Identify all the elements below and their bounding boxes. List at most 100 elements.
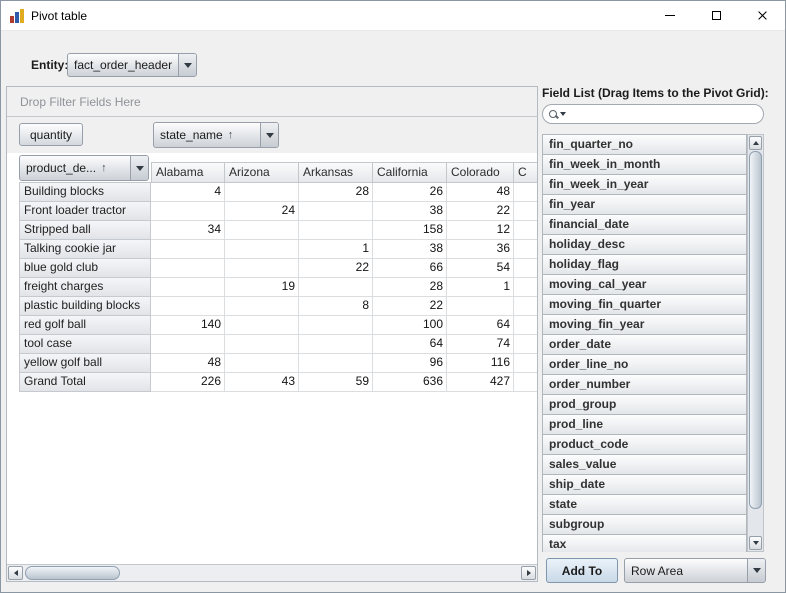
row-header[interactable]: Building blocks (19, 183, 151, 202)
add-to-button[interactable]: Add To (546, 558, 618, 583)
search-options-caret-icon[interactable] (560, 112, 566, 116)
column-header[interactable]: California (373, 162, 447, 182)
column-header[interactable]: C (514, 162, 537, 182)
minimize-button[interactable] (647, 1, 693, 30)
field-list-item[interactable]: fin_week_in_month (542, 154, 747, 175)
pivot-cell: 1 (447, 278, 514, 297)
pivot-row: yellow golf ball4896116 (19, 354, 537, 373)
field-list-item[interactable]: subgroup (542, 514, 747, 535)
row-field-combobox[interactable]: product_de... ↑ (19, 155, 149, 181)
pivot-cell: 8 (299, 297, 373, 316)
row-header[interactable]: freight charges (19, 278, 151, 297)
row-header[interactable]: Stripped ball (19, 221, 151, 240)
column-header[interactable]: Arizona (225, 162, 299, 182)
app-icon (9, 8, 25, 24)
pivot-cell: 427 (447, 373, 514, 392)
pivot-cell (299, 202, 373, 221)
field-list-item[interactable]: tax (542, 534, 747, 552)
pivot-cell (514, 183, 537, 202)
entity-value: fact_order_header (68, 54, 178, 76)
field-list-item[interactable]: holiday_desc (542, 234, 747, 255)
pivot-cell: 158 (373, 221, 447, 240)
target-area-combobox[interactable]: Row Area (624, 558, 766, 583)
triangle-down-icon (266, 133, 274, 138)
field-list-item[interactable]: order_number (542, 374, 747, 395)
field-list: fin_quarter_nofin_week_in_monthfin_week_… (542, 134, 764, 552)
pivot-cell: 140 (151, 316, 225, 335)
chevron-down-icon[interactable] (178, 54, 196, 76)
pivot-cell (225, 221, 299, 240)
row-header[interactable]: Grand Total (19, 373, 151, 392)
pivot-cell (514, 335, 537, 354)
chevron-down-icon[interactable] (747, 559, 765, 582)
column-field-text: state_name (160, 128, 223, 142)
field-list-item[interactable]: state (542, 494, 747, 515)
row-header[interactable]: blue gold club (19, 259, 151, 278)
pivot-cell (514, 278, 537, 297)
field-list-item[interactable]: sales_value (542, 454, 747, 475)
triangle-down-icon (184, 63, 192, 68)
sort-ascending-icon: ↑ (101, 162, 107, 174)
field-list-item[interactable]: fin_quarter_no (542, 134, 747, 155)
pivot-rows: Building blocks4282648Front loader tract… (19, 183, 537, 392)
column-header[interactable]: Arkansas (299, 162, 373, 182)
field-list-item[interactable]: holiday_flag (542, 254, 747, 275)
row-header[interactable]: plastic building blocks (19, 297, 151, 316)
pivot-cell (514, 221, 537, 240)
field-list-scrollbar-thumb[interactable] (749, 151, 762, 509)
pivot-cell (514, 202, 537, 221)
filter-drop-zone[interactable]: Drop Filter Fields Here (7, 87, 537, 117)
column-field-dropdown[interactable] (260, 123, 278, 147)
row-field-dropdown[interactable] (130, 156, 148, 180)
field-list-item[interactable]: fin_year (542, 194, 747, 215)
row-header[interactable]: tool case (19, 335, 151, 354)
row-header[interactable]: Talking cookie jar (19, 240, 151, 259)
entity-combobox[interactable]: fact_order_header (67, 53, 197, 77)
close-icon (757, 10, 768, 21)
pivot-cell (225, 240, 299, 259)
pivot-cell: 59 (299, 373, 373, 392)
field-list-item[interactable]: product_code (542, 434, 747, 455)
field-list-item[interactable]: moving_fin_year (542, 314, 747, 335)
field-list-item[interactable]: order_line_no (542, 354, 747, 375)
column-header[interactable]: Alabama (151, 162, 225, 182)
pivot-cell (225, 354, 299, 373)
field-list-scrollbar[interactable] (747, 134, 764, 552)
row-field-text: product_de... (26, 161, 96, 175)
field-list-item[interactable]: prod_line (542, 414, 747, 435)
row-header[interactable]: yellow golf ball (19, 354, 151, 373)
column-header[interactable]: Colorado (447, 162, 514, 182)
scroll-right-button[interactable] (521, 566, 536, 580)
field-list-item[interactable]: ship_date (542, 474, 747, 495)
field-search-input[interactable] (570, 106, 757, 122)
horizontal-scrollbar-thumb[interactable] (25, 566, 120, 580)
row-header[interactable]: red golf ball (19, 316, 151, 335)
data-field-button[interactable]: quantity (19, 123, 83, 146)
scroll-left-button[interactable] (8, 566, 23, 580)
pivot-cell (514, 240, 537, 259)
pivot-cell (151, 202, 225, 221)
pivot-cell (151, 240, 225, 259)
close-button[interactable] (739, 1, 785, 30)
field-list-item[interactable]: order_date (542, 334, 747, 355)
field-list-item[interactable]: fin_week_in_year (542, 174, 747, 195)
scroll-down-button[interactable] (749, 536, 762, 550)
pivot-cell (514, 297, 537, 316)
pivot-cell (299, 354, 373, 373)
pivot-cell (299, 278, 373, 297)
horizontal-scrollbar[interactable] (7, 564, 537, 581)
scroll-up-button[interactable] (749, 136, 762, 150)
pivot-cell: 28 (373, 278, 447, 297)
pivot-row: plastic building blocks822 (19, 297, 537, 316)
entity-label: Entity: (31, 58, 68, 72)
maximize-button[interactable] (693, 1, 739, 30)
field-list-item[interactable]: moving_cal_year (542, 274, 747, 295)
pivot-cell: 28 (299, 183, 373, 202)
pivot-row: red golf ball14010064 (19, 316, 537, 335)
field-list-item[interactable]: prod_group (542, 394, 747, 415)
field-list-item[interactable]: financial_date (542, 214, 747, 235)
row-header[interactable]: Front loader tractor (19, 202, 151, 221)
field-list-item[interactable]: moving_fin_quarter (542, 294, 747, 315)
field-search-box[interactable] (542, 104, 764, 124)
column-field-combobox[interactable]: state_name ↑ (153, 122, 279, 148)
